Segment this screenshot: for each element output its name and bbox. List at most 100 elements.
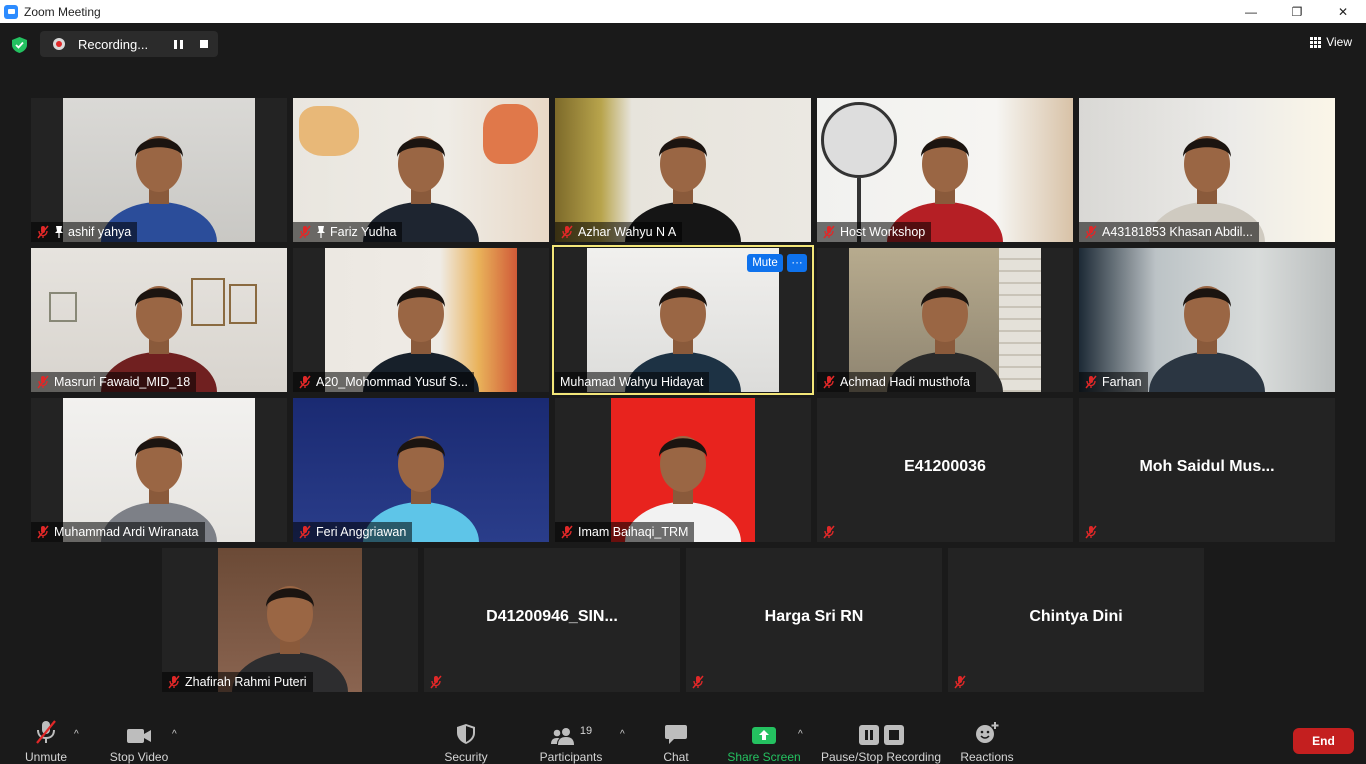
participant-name: Masruri Fawaid_MID_18 (54, 375, 191, 389)
chat-label: Chat (663, 750, 689, 764)
video-tile[interactable]: Farhan (1079, 248, 1335, 392)
zoom-app-icon (4, 4, 18, 19)
mic-muted-icon (691, 675, 705, 689)
participant-name: ashif yahya (68, 225, 132, 239)
mic-muted-icon (822, 225, 836, 239)
meeting-topbar: Recording... View (0, 23, 1366, 65)
mic-muted-icon (298, 525, 312, 539)
participants-label: Participants (539, 750, 603, 764)
participant-name: Host Workshop (840, 225, 926, 239)
pin-icon (54, 225, 64, 239)
more-options-button[interactable]: ··· (787, 254, 807, 272)
video-options-caret[interactable]: ^ (172, 729, 177, 740)
participant-tile-no-video[interactable]: Chintya Dini (948, 548, 1204, 692)
end-meeting-button[interactable]: End (1293, 728, 1354, 754)
video-tile[interactable]: Achmad Hadi musthofa (817, 248, 1073, 392)
participants-icon (550, 728, 574, 745)
participant-name: Muhammad Ardi Wiranata (54, 525, 199, 539)
participant-name: E41200036 (904, 458, 986, 475)
mic-muted-icon (1084, 525, 1098, 539)
mic-muted-icon (429, 675, 443, 689)
mic-muted-icon (822, 375, 836, 389)
stop-video-button[interactable]: Stop Video (107, 719, 171, 764)
reactions-smiley-icon (976, 722, 999, 743)
video-tile[interactable]: Imam Baihaqi_TRM (555, 398, 811, 542)
mic-muted-icon (36, 525, 50, 539)
security-shield-icon (457, 724, 475, 744)
participant-tile-no-video[interactable]: Moh Saidul Mus... (1079, 398, 1335, 542)
video-tile[interactable]: Masruri Fawaid_MID_18 (31, 248, 287, 392)
reactions-button[interactable]: Reactions (960, 719, 1014, 764)
pause-stop-recording-button[interactable]: Pause/Stop Recording (820, 719, 942, 764)
mic-muted-icon (822, 525, 836, 539)
video-tile[interactable]: Muhammad Ardi Wiranata (31, 398, 287, 542)
restore-button[interactable]: ❐ (1274, 0, 1320, 23)
participant-name: Farhan (1102, 375, 1142, 389)
active-speaker-tile[interactable]: Mute ··· Muhamad Wahyu Hidayat (552, 245, 814, 395)
share-screen-icon (752, 727, 776, 744)
participant-name: Achmad Hadi musthofa (840, 375, 970, 389)
participant-name: D41200946_SIN... (486, 608, 618, 625)
video-tile[interactable]: Feri Anggriawan (293, 398, 549, 542)
participant-name: Harga Sri RN (764, 608, 864, 625)
participant-tile-no-video[interactable]: Harga Sri RN (686, 548, 942, 692)
video-tile[interactable]: Azhar Wahyu N A (555, 98, 811, 242)
participant-video (1147, 262, 1267, 392)
participant-name: Moh Saidul Mus... (1139, 458, 1275, 475)
pause-recording-icon[interactable] (174, 40, 183, 49)
participant-tile-no-video[interactable]: D41200946_SIN... (424, 548, 680, 692)
share-screen-label: Share Screen (727, 750, 801, 764)
video-tile[interactable]: Zhafirah Rahmi Puteri (162, 548, 418, 692)
participants-options-caret[interactable]: ^ (620, 729, 625, 740)
participant-name: A20_Mohommad Yusuf S... (316, 375, 468, 389)
participant-name: Azhar Wahyu N A (578, 225, 677, 239)
participant-name: Zhafirah Rahmi Puteri (185, 675, 307, 689)
mic-muted-icon (36, 225, 50, 239)
window-titlebar: Zoom Meeting — ❐ ✕ (0, 0, 1366, 23)
video-tile[interactable]: Fariz Yudha (293, 98, 549, 242)
audio-options-caret[interactable]: ^ (74, 729, 79, 740)
mic-muted-icon (298, 225, 312, 239)
reactions-label: Reactions (960, 750, 1014, 764)
unmute-label: Unmute (24, 750, 68, 764)
view-button[interactable]: View (1310, 35, 1352, 49)
stop-video-label: Stop Video (109, 750, 169, 764)
security-label: Security (444, 750, 488, 764)
security-button[interactable]: Security (442, 719, 490, 764)
mic-muted-icon (953, 675, 967, 689)
mic-muted-icon (298, 375, 312, 389)
video-tile[interactable]: A20_Mohommad Yusuf S... (293, 248, 549, 392)
mic-muted-icon (167, 675, 181, 689)
chat-button[interactable]: Chat (660, 719, 692, 764)
mic-muted-icon (36, 375, 50, 389)
unmute-button[interactable]: Unmute (22, 719, 70, 764)
pin-icon (316, 225, 326, 239)
recording-dot-icon (53, 38, 65, 50)
participant-name: Feri Anggriawan (316, 525, 407, 539)
share-screen-button[interactable]: Share Screen (727, 719, 801, 764)
view-label: View (1326, 35, 1352, 49)
recording-label: Recording... (78, 36, 149, 52)
stop-recording-icon[interactable] (200, 40, 208, 48)
video-tile[interactable]: ashif yahya (31, 98, 287, 242)
minimize-button[interactable]: — (1228, 0, 1274, 23)
video-tile[interactable]: Host Workshop (817, 98, 1073, 242)
pause-stop-recording-label: Pause/Stop Recording (820, 750, 942, 764)
stop-icon (883, 725, 904, 745)
mic-muted-icon (36, 720, 56, 744)
grid-view-icon (1310, 37, 1322, 48)
encryption-shield-icon[interactable] (12, 37, 27, 53)
close-button[interactable]: ✕ (1320, 0, 1366, 23)
participants-count: 19 (579, 725, 593, 737)
participant-name: Chintya Dini (1029, 608, 1123, 625)
participant-tile-no-video[interactable]: E41200036 (817, 398, 1073, 542)
mic-muted-icon (560, 525, 574, 539)
meeting-toolbar: Unmute ^ Stop Video ^ Security 19 Partic… (0, 713, 1366, 764)
participants-button[interactable]: 19 Participants (538, 719, 604, 764)
mic-muted-icon (1084, 225, 1098, 239)
video-tile[interactable]: A43181853 Khasan Abdil... (1079, 98, 1335, 242)
share-options-caret[interactable]: ^ (798, 729, 803, 740)
mute-participant-button[interactable]: Mute (747, 254, 783, 272)
participant-name: Imam Baihaqi_TRM (578, 525, 689, 539)
mic-muted-icon (560, 225, 574, 239)
